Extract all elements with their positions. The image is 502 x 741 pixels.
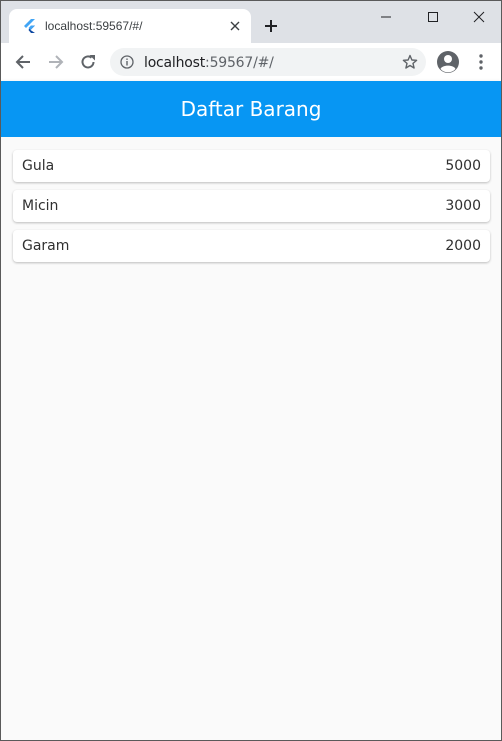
back-arrow-icon[interactable] xyxy=(11,50,35,74)
item-price: 2000 xyxy=(445,238,481,254)
item-price: 3000 xyxy=(445,198,481,214)
close-tab-icon[interactable] xyxy=(227,18,243,34)
page-title: Daftar Barang xyxy=(180,97,322,121)
item-name: Gula xyxy=(22,158,55,174)
item-price: 5000 xyxy=(445,158,481,174)
list-item[interactable]: Gula 5000 xyxy=(13,150,490,182)
new-tab-icon[interactable] xyxy=(261,16,281,36)
maximize-icon[interactable] xyxy=(410,5,456,29)
url-text: localhost:59567/#/ xyxy=(144,55,274,71)
item-name: Micin xyxy=(22,198,59,214)
window-close-icon[interactable] xyxy=(456,5,501,29)
reload-icon[interactable] xyxy=(76,50,100,74)
tab-title: localhost:59567/#/ xyxy=(45,19,143,33)
list-item[interactable]: Garam 2000 xyxy=(13,230,490,262)
address-bar[interactable]: localhost:59567/#/ xyxy=(110,48,426,76)
browser-window: localhost:59567/#/ localhost:59567/#/ Da… xyxy=(0,0,502,741)
minimize-icon[interactable] xyxy=(363,5,409,29)
item-list: Gula 5000 Micin 3000 Garam 2000 xyxy=(1,137,501,740)
app-bar: Daftar Barang xyxy=(1,81,501,137)
list-item[interactable]: Micin 3000 xyxy=(13,190,490,222)
bookmark-star-icon[interactable] xyxy=(402,54,418,70)
more-menu-icon[interactable] xyxy=(471,50,491,74)
info-icon[interactable] xyxy=(120,55,134,69)
profile-avatar-icon[interactable] xyxy=(436,50,460,74)
flutter-icon xyxy=(24,19,35,33)
tab-strip: localhost:59567/#/ xyxy=(1,1,501,43)
item-name: Garam xyxy=(22,238,70,254)
browser-tab[interactable]: localhost:59567/#/ xyxy=(9,9,251,43)
browser-toolbar: localhost:59567/#/ xyxy=(1,43,501,81)
forward-arrow-icon[interactable] xyxy=(44,50,68,74)
